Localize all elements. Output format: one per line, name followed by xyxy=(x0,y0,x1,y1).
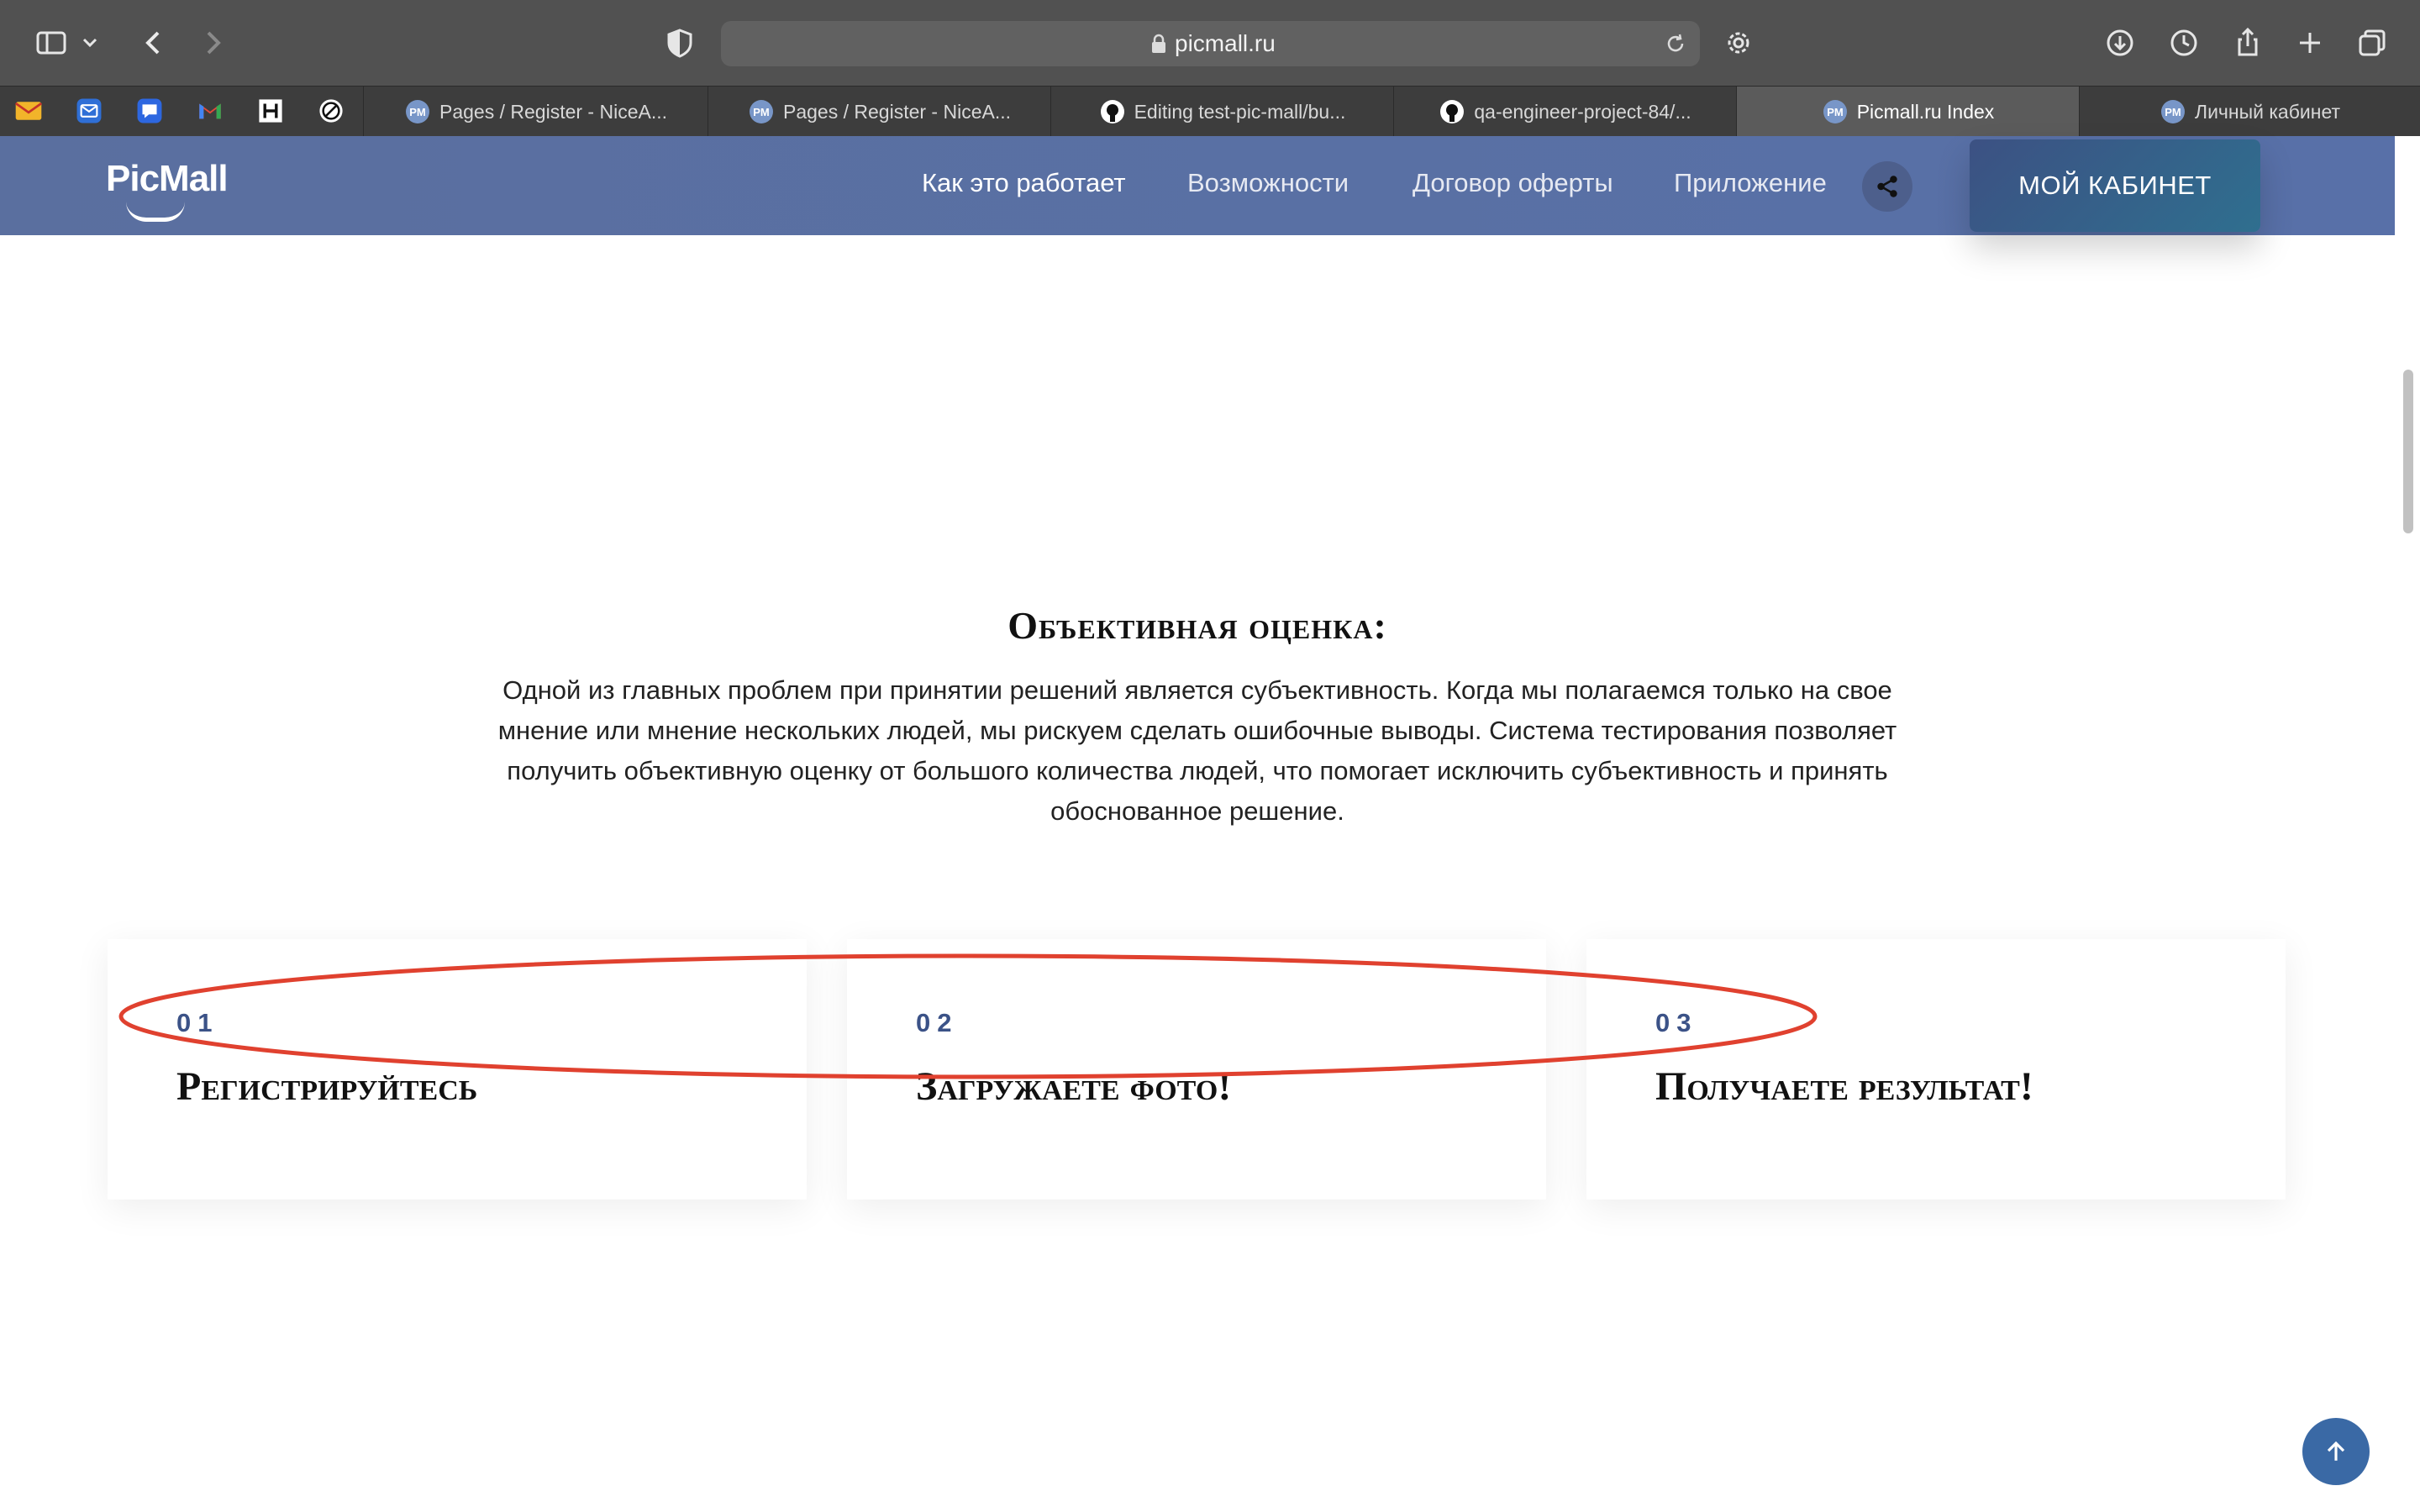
nav-features[interactable]: Возможности xyxy=(1187,168,1349,198)
gmail-favicon-icon[interactable] xyxy=(193,94,227,128)
arrow-up-icon xyxy=(2327,1441,2345,1461)
hh-favicon-icon[interactable] xyxy=(254,94,287,128)
link-favicon-icon[interactable] xyxy=(314,94,348,128)
back-arrow-icon[interactable] xyxy=(134,24,173,62)
svg-text:PM: PM xyxy=(1827,106,1844,118)
address-bar[interactable]: picmall.ru xyxy=(721,21,1700,66)
screen: picmall.ru PM Pages / Register - NiceA..… xyxy=(0,0,2420,1512)
nav-app[interactable]: Приложение xyxy=(1674,168,1827,198)
picmall-favicon-icon: PM xyxy=(404,98,431,125)
forward-arrow-icon[interactable] xyxy=(193,24,232,62)
tab-bar: PM Pages / Register - NiceA... PM Pages … xyxy=(0,86,2420,137)
tab-title: qa-engineer-project-84/... xyxy=(1474,100,1691,123)
github-favicon-icon xyxy=(1099,98,1126,125)
url-text: picmall.ru xyxy=(1175,30,1276,56)
scrollbar-thumb[interactable] xyxy=(2403,370,2413,533)
back-to-top-button[interactable] xyxy=(2302,1418,2370,1485)
chat-favicon-icon[interactable] xyxy=(133,94,166,128)
browser-toolbar: picmall.ru xyxy=(0,0,2420,86)
tab-overview-icon[interactable] xyxy=(2353,24,2391,62)
annotation-ellipse xyxy=(118,953,1818,1079)
tab-title: Личный кабинет xyxy=(2194,100,2341,123)
logo-smile xyxy=(126,202,185,222)
svg-text:PM: PM xyxy=(753,106,770,118)
shield-icon[interactable] xyxy=(660,24,699,62)
section-title: Объективная оценка: xyxy=(1007,604,1387,647)
tab-register-1[interactable]: PM Pages / Register - NiceA... xyxy=(363,87,708,137)
tab-personal-cabinet[interactable]: PM Личный кабинет xyxy=(2079,87,2420,137)
scrollbar-track[interactable] xyxy=(2395,136,2420,1512)
share-icon[interactable] xyxy=(2228,24,2267,62)
svg-text:PM: PM xyxy=(409,106,426,118)
gear-icon[interactable] xyxy=(1719,24,1758,62)
mail-favicon-icon[interactable] xyxy=(12,94,45,128)
lock-icon xyxy=(1152,34,1165,53)
my-cabinet-button[interactable]: МОЙ КАБИНЕТ xyxy=(1970,139,2260,232)
history-icon[interactable] xyxy=(2165,24,2203,62)
new-tab-icon[interactable] xyxy=(2291,24,2329,62)
tab-title: Pages / Register - NiceA... xyxy=(783,100,1011,123)
download-icon[interactable] xyxy=(2101,24,2139,62)
site-logo[interactable]: PicMall xyxy=(106,158,229,200)
tab-title: Picmall.ru Index xyxy=(1856,100,1995,123)
section-description: Одной из главных проблем при принятии ре… xyxy=(497,675,1897,826)
reload-icon[interactable] xyxy=(1663,31,1688,56)
tab-picmall-index[interactable]: PM Picmall.ru Index xyxy=(1736,87,2079,137)
nav-how-it-works[interactable]: Как это работает xyxy=(922,168,1126,198)
picmall-favicon-icon: PM xyxy=(1822,98,1849,125)
picmall-favicon-icon: PM xyxy=(748,98,775,125)
tab-github-project[interactable]: qa-engineer-project-84/... xyxy=(1393,87,1736,137)
nav-offer-agreement[interactable]: Договор оферты xyxy=(1413,168,1613,198)
chevron-down-icon[interactable] xyxy=(77,24,103,62)
picmall-favicon-icon: PM xyxy=(2160,98,2186,125)
tab-title: Editing test-pic-mall/bu... xyxy=(1134,100,1346,123)
outlook-favicon-icon[interactable] xyxy=(72,94,106,128)
share-nodes-icon xyxy=(1877,176,1897,197)
svg-text:PM: PM xyxy=(2165,106,2181,118)
sidebar-icon[interactable] xyxy=(32,24,71,62)
share-button[interactable] xyxy=(1862,161,1912,212)
tab-title: Pages / Register - NiceA... xyxy=(439,100,667,123)
tab-register-2[interactable]: PM Pages / Register - NiceA... xyxy=(708,87,1050,137)
site-header: PicMall Как это работает Возможности Дог… xyxy=(0,136,2395,235)
github-favicon-icon xyxy=(1439,98,1465,125)
tab-github-editing[interactable]: Editing test-pic-mall/bu... xyxy=(1050,87,1393,137)
